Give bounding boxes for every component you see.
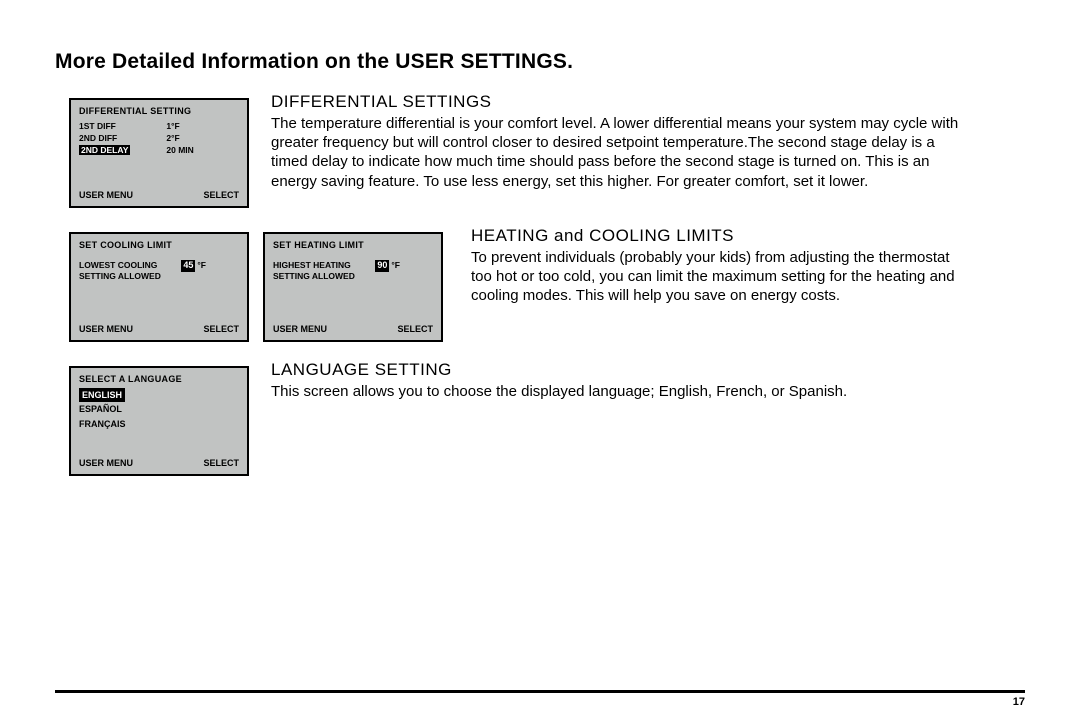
heat-label2: SETTING ALLOWED [273, 271, 355, 281]
cool-label1: LOWEST COOLING [79, 260, 157, 270]
section-heading-limits: HEATING and COOLING LIMITS [471, 226, 1025, 246]
table-row: 1ST DIFF 1°F [79, 120, 194, 132]
row-differential: DIFFERENTIAL SETTING 1ST DIFF 1°F 2ND DI… [55, 92, 1025, 208]
section-heading-language: LANGUAGE SETTING [271, 360, 1025, 380]
lcd-language: SELECT A LANGUAGE ENGLISH ESPAÑOL FRANÇA… [69, 366, 249, 476]
heat-label1: HIGHEST HEATING [273, 260, 351, 270]
heat-value-unit: °F [391, 260, 400, 270]
footer-select: SELECT [203, 458, 239, 468]
cool-value-unit: °F [197, 260, 206, 270]
footer-user-menu: USER MENU [273, 324, 327, 334]
lcd-title: SELECT A LANGUAGE [79, 374, 239, 384]
footer-user-menu: USER MENU [79, 190, 133, 200]
diff-table: 1ST DIFF 1°F 2ND DIFF 2°F 2ND DELAY 20 M… [79, 120, 194, 156]
section-body-language: This screen allows you to choose the dis… [271, 382, 971, 401]
footer-select: SELECT [397, 324, 433, 334]
footer-user-menu: USER MENU [79, 458, 133, 468]
cool-value-chip: 45 [181, 260, 195, 272]
footer-select: SELECT [203, 190, 239, 200]
heat-value-chip: 90 [375, 260, 389, 272]
section-body-differential: The temperature differential is your com… [271, 114, 971, 191]
section-body-limits: To prevent individuals (probably your ki… [471, 248, 971, 306]
diff-row2-value: 2°F [130, 132, 193, 144]
table-row: 2ND DIFF 2°F [79, 132, 194, 144]
diff-row2-label: 2ND DIFF [79, 132, 130, 144]
lcd-title: SET HEATING LIMIT [273, 240, 433, 250]
lang-option: FRANÇAIS [79, 419, 126, 429]
lang-option-selected: ENGLISH [79, 388, 125, 402]
cool-label2: SETTING ALLOWED [79, 271, 161, 281]
lcd-cooling-limit: SET COOLING LIMIT LOWEST COOLING SETTING… [69, 232, 249, 342]
row-limits: SET COOLING LIMIT LOWEST COOLING SETTING… [55, 226, 1025, 342]
diff-hl-label: 2ND DELAY [79, 144, 130, 156]
footer-select: SELECT [203, 324, 239, 334]
page-number: 17 [1013, 696, 1025, 708]
page-title: More Detailed Information on the USER SE… [55, 50, 1025, 74]
lcd-title: DIFFERENTIAL SETTING [79, 106, 239, 116]
section-heading-differential: DIFFERENTIAL SETTINGS [271, 92, 1025, 112]
table-row-highlight: 2ND DELAY 20 MIN [79, 144, 194, 156]
diff-row1-value: 1°F [130, 120, 193, 132]
footer-rule [55, 690, 1025, 693]
lcd-title: SET COOLING LIMIT [79, 240, 239, 250]
lcd-differential: DIFFERENTIAL SETTING 1ST DIFF 1°F 2ND DI… [69, 98, 249, 208]
lang-option: ESPAÑOL [79, 404, 122, 414]
row-language: SELECT A LANGUAGE ENGLISH ESPAÑOL FRANÇA… [55, 360, 1025, 476]
diff-row1-label: 1ST DIFF [79, 120, 130, 132]
footer-user-menu: USER MENU [79, 324, 133, 334]
diff-hl-value: 20 MIN [130, 144, 193, 156]
lcd-heating-limit: SET HEATING LIMIT HIGHEST HEATING SETTIN… [263, 232, 443, 342]
